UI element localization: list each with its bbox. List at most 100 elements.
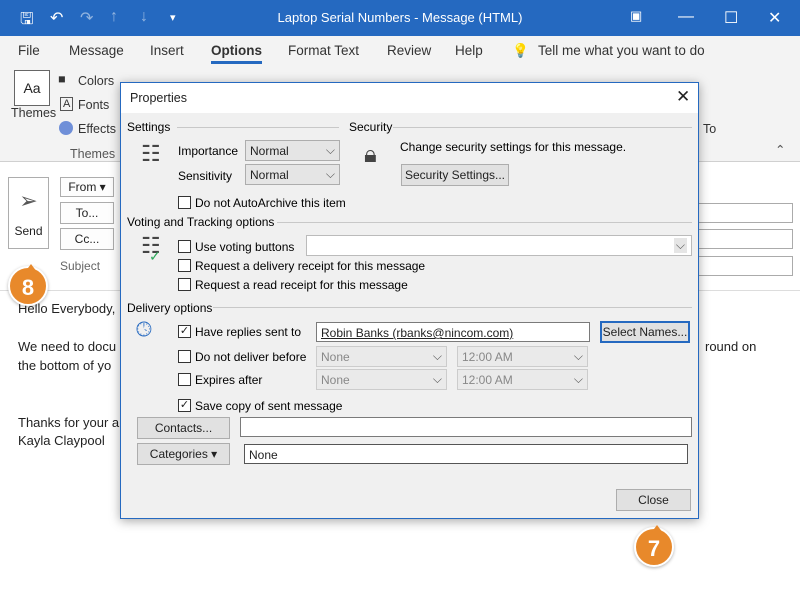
expires-time-select[interactable]: 12:00 AM ⌵ bbox=[457, 369, 588, 390]
voting-heading: Voting and Tracking options bbox=[127, 215, 275, 229]
tab-options[interactable]: Options bbox=[211, 43, 262, 64]
chevron-down-icon: ⌵ bbox=[432, 372, 442, 386]
subject-field[interactable] bbox=[698, 256, 793, 276]
tab-file[interactable]: File bbox=[18, 43, 40, 58]
autoarchive-checkbox[interactable] bbox=[178, 196, 191, 209]
dialog-title: Properties bbox=[130, 91, 187, 105]
ribbon-display-icon[interactable]: ▣ bbox=[630, 8, 642, 24]
lightbulb-icon: 💡 bbox=[512, 43, 529, 58]
body-line: the bottom of yo bbox=[18, 358, 112, 373]
chevron-down-icon: ⌵ bbox=[673, 238, 687, 253]
direct-replies-button[interactable]: To bbox=[703, 122, 716, 136]
sensitivity-select[interactable]: Normal ⌵ bbox=[245, 164, 340, 185]
save-copy-checkbox[interactable]: ✓ bbox=[178, 399, 191, 412]
expires-label: Expires after bbox=[195, 373, 263, 387]
contacts-field[interactable] bbox=[240, 417, 692, 437]
divider bbox=[393, 127, 692, 128]
effects-button[interactable]: Effects bbox=[78, 122, 116, 136]
to-field[interactable] bbox=[698, 203, 793, 223]
close-button[interactable]: Close bbox=[616, 489, 691, 511]
chevron-down-icon: ⌵ bbox=[325, 167, 335, 181]
delivery-receipt-checkbox[interactable] bbox=[178, 259, 191, 272]
body-line: Thanks for your a bbox=[18, 415, 120, 430]
dialog-title-bar: Properties ✕ bbox=[121, 83, 698, 113]
cc-button[interactable]: Cc... bbox=[60, 228, 114, 250]
importance-label: Importance bbox=[178, 144, 239, 158]
body-line: round on bbox=[705, 339, 757, 354]
tab-review[interactable]: Review bbox=[387, 43, 431, 58]
themes-button[interactable]: Themes bbox=[11, 106, 56, 120]
sensitivity-label: Sensitivity bbox=[178, 169, 233, 183]
fonts-button[interactable]: Fonts bbox=[78, 98, 109, 112]
replies-label: Have replies sent to bbox=[195, 325, 302, 339]
contacts-button[interactable]: Contacts... bbox=[137, 417, 230, 439]
delivery-receipt-label: Request a delivery receipt for this mess… bbox=[195, 259, 426, 273]
step-callout: 7 bbox=[634, 525, 674, 567]
minimize-icon[interactable]: — bbox=[678, 8, 694, 26]
themes-icon[interactable]: Aa bbox=[14, 70, 50, 106]
chevron-down-icon: ⌵ bbox=[325, 143, 335, 157]
from-button[interactable]: From ▾ bbox=[60, 177, 114, 197]
divider bbox=[213, 307, 692, 308]
not-before-date: None bbox=[321, 350, 350, 364]
subject-label: Subject bbox=[60, 259, 101, 273]
categories-button[interactable]: Categories ▾ bbox=[137, 443, 230, 465]
save-copy-label: Save copy of sent message bbox=[195, 399, 343, 413]
properties-dialog: Properties ✕ Settings ☷ Importance Norma… bbox=[120, 82, 699, 519]
cc-field[interactable] bbox=[698, 229, 793, 249]
effects-icon bbox=[59, 121, 73, 135]
tab-help[interactable]: Help bbox=[455, 43, 483, 58]
expires-date-select[interactable]: None ⌵ bbox=[316, 369, 447, 390]
send-button[interactable]: ➢ Send bbox=[8, 177, 49, 249]
tab-message[interactable]: Message bbox=[69, 43, 124, 58]
group-label-themes: Themes bbox=[70, 147, 116, 161]
delivery-heading: Delivery options bbox=[127, 301, 213, 315]
to-button[interactable]: To... bbox=[60, 202, 114, 224]
use-voting-checkbox[interactable] bbox=[178, 240, 191, 253]
select-names-button[interactable]: Select Names... bbox=[600, 321, 690, 343]
checkmark-icon: ✓ bbox=[149, 248, 161, 264]
categories-label: Categories bbox=[149, 447, 208, 461]
tell-me-search[interactable]: Tell me what you want to do bbox=[538, 43, 705, 58]
not-before-label: Do not deliver before bbox=[195, 350, 307, 364]
settings-heading: Settings bbox=[127, 120, 171, 134]
divider bbox=[177, 127, 339, 128]
not-before-time: 12:00 AM bbox=[462, 350, 513, 364]
read-receipt-checkbox[interactable] bbox=[178, 278, 191, 291]
from-label: From bbox=[68, 180, 97, 194]
colors-button[interactable]: Colors bbox=[78, 74, 114, 88]
chevron-down-icon: ⌵ bbox=[573, 349, 583, 363]
fonts-icon: A bbox=[60, 97, 74, 111]
security-settings-button[interactable]: Security Settings... bbox=[401, 164, 509, 186]
settings-list-icon: ☷ bbox=[141, 141, 161, 166]
clock-inbox-icon: 🕓︎ bbox=[136, 319, 152, 341]
sensitivity-value: Normal bbox=[250, 168, 289, 182]
replies-checkbox[interactable]: ✓ bbox=[178, 325, 191, 338]
expires-date: None bbox=[321, 373, 350, 387]
replies-field[interactable]: Robin Banks (rbanks@nincom.com) bbox=[316, 322, 590, 342]
voting-buttons-select[interactable]: ⌵ bbox=[306, 235, 692, 256]
security-heading: Security bbox=[349, 120, 393, 134]
chevron-down-icon: ⌵ bbox=[432, 349, 442, 363]
read-receipt-label: Request a read receipt for this message bbox=[195, 278, 408, 292]
divider bbox=[277, 222, 692, 223]
categories-field[interactable]: None bbox=[244, 444, 688, 464]
not-before-checkbox[interactable] bbox=[178, 350, 191, 363]
close-window-icon[interactable]: ✕ bbox=[768, 8, 781, 28]
tab-insert[interactable]: Insert bbox=[150, 43, 184, 58]
collapse-ribbon-icon[interactable]: ⌃ bbox=[775, 142, 785, 157]
send-label: Send bbox=[14, 224, 43, 238]
lock-key-icon: 🔒︎ bbox=[364, 141, 377, 168]
not-before-time-select[interactable]: 12:00 AM ⌵ bbox=[457, 346, 588, 367]
expires-checkbox[interactable] bbox=[178, 373, 191, 386]
not-before-date-select[interactable]: None ⌵ bbox=[316, 346, 447, 367]
security-text: Change security settings for this messag… bbox=[400, 140, 627, 154]
importance-value: Normal bbox=[250, 144, 289, 158]
tab-format-text[interactable]: Format Text bbox=[288, 43, 359, 58]
maximize-icon[interactable]: ☐ bbox=[724, 8, 738, 28]
use-voting-label: Use voting buttons bbox=[195, 240, 295, 254]
importance-select[interactable]: Normal ⌵ bbox=[245, 140, 340, 161]
autoarchive-label: Do not AutoArchive this item bbox=[195, 196, 346, 210]
close-dialog-icon[interactable]: ✕ bbox=[676, 87, 690, 107]
ribbon-tabs: File Message Insert Options Format Text … bbox=[0, 36, 800, 64]
